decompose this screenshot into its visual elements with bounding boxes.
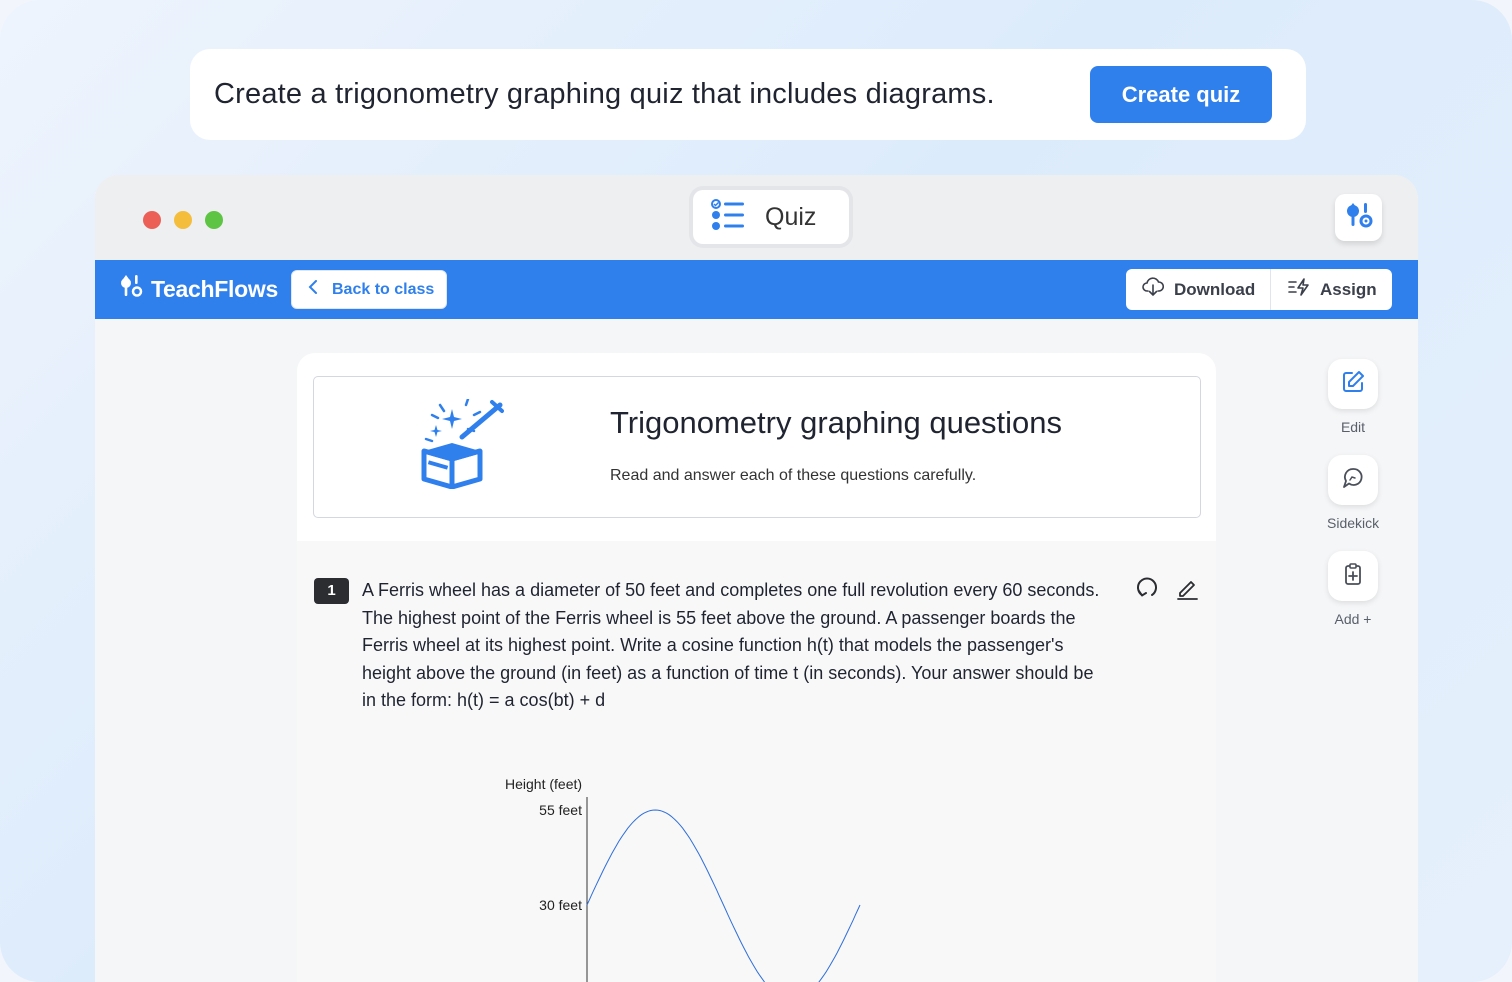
chart-y-tick-label: 30 feet <box>539 897 582 913</box>
checklist-icon <box>711 198 745 237</box>
quiz-header-box: Trigonometry graphing questions Read and… <box>313 376 1201 518</box>
app-settings-button[interactable] <box>1335 194 1382 241</box>
assign-lightning-icon <box>1288 277 1310 302</box>
chart-y-axis-label: Height (feet) <box>505 776 582 792</box>
window-titlebar: Quiz <box>95 175 1418 260</box>
tab-quiz[interactable]: Quiz <box>693 190 849 244</box>
sidebar-add[interactable]: Add + <box>1327 551 1379 627</box>
height-chart: Height (feet) 55 feet 30 feet <box>505 776 861 982</box>
edit-label: Edit <box>1340 419 1366 435</box>
add-tool-button[interactable] <box>1328 551 1378 601</box>
assign-button[interactable]: Assign <box>1271 269 1392 310</box>
cloud-download-icon <box>1142 277 1165 302</box>
chart-series-line <box>586 809 861 982</box>
background: Create a trigonometry graphing quiz that… <box>0 0 1512 982</box>
question-tools <box>1135 576 1199 605</box>
brand-logo[interactable]: TeachFlows <box>119 274 278 304</box>
app-header-bar: TeachFlows Back to class Download Assign <box>95 260 1418 319</box>
question-number-badge: 1 <box>314 578 349 604</box>
edit-tool-button[interactable] <box>1328 359 1378 409</box>
close-window-button[interactable] <box>143 211 161 229</box>
teachflows-logo-icon <box>119 274 145 304</box>
app-window: Quiz TeachFlows Back to class Download A… <box>95 175 1418 982</box>
sidebar-sidekick[interactable]: Sidekick <box>1327 455 1379 531</box>
pencil-icon[interactable] <box>1175 576 1199 605</box>
create-quiz-button[interactable]: Create quiz <box>1090 66 1272 123</box>
action-button-group: Download Assign <box>1126 269 1392 310</box>
maximize-window-button[interactable] <box>205 211 223 229</box>
prompt-bar: Create a trigonometry graphing quiz that… <box>190 49 1306 140</box>
question-text: A Ferris wheel has a diameter of 50 feet… <box>362 580 1100 711</box>
quiz-title: Trigonometry graphing questions <box>610 405 1063 440</box>
tab-quiz-label: Quiz <box>765 202 817 231</box>
chevron-left-icon <box>308 280 318 299</box>
sidekick-tool-button[interactable] <box>1328 455 1378 505</box>
chart-y-tick-label: 55 feet <box>539 802 582 818</box>
edit-icon <box>1341 370 1365 399</box>
quiz-header-section: Trigonometry graphing questions Read and… <box>297 353 1216 541</box>
assign-label: Assign <box>1320 279 1377 299</box>
chat-bubble-icon <box>1341 466 1365 495</box>
sidebar-edit[interactable]: Edit <box>1327 359 1379 435</box>
prompt-text: Create a trigonometry graphing quiz that… <box>214 78 995 110</box>
back-to-class-button[interactable]: Back to class <box>291 270 447 309</box>
quiz-subtitle: Read and answer each of these questions … <box>610 467 977 484</box>
download-label: Download <box>1174 279 1256 299</box>
minimize-window-button[interactable] <box>174 211 192 229</box>
teachflows-settings-icon <box>1344 201 1374 234</box>
back-to-class-label: Back to class <box>332 280 435 298</box>
add-label: Add + <box>1334 611 1372 627</box>
quiz-content-card: Trigonometry graphing questions Read and… <box>297 353 1216 982</box>
sidekick-label: Sidekick <box>1327 515 1380 531</box>
brand-name: TeachFlows <box>151 275 278 302</box>
download-button[interactable]: Download <box>1126 269 1271 310</box>
regenerate-icon[interactable] <box>1135 576 1159 605</box>
magic-box-icon <box>418 397 504 494</box>
clipboard-plus-icon <box>1341 562 1365 591</box>
